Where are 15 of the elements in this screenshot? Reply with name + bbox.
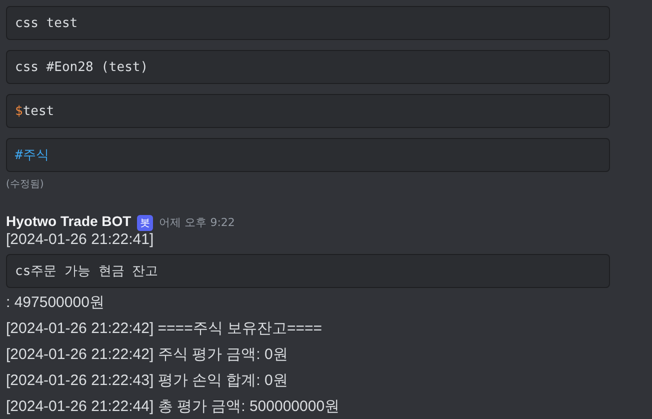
message-line: [2024-01-26 21:22:42] ====주식 보유잔고==== (6, 319, 324, 338)
message-line: [2024-01-26 21:22:42] 주식 평가 금액: 0원 (6, 345, 289, 364)
code-block: css #Eon28 (test) (6, 50, 610, 84)
message-timestamp: 어제 오후 9:22 (159, 215, 235, 230)
code-block: #주식 (6, 138, 610, 172)
author-name[interactable]: Hyotwo Trade BOT (6, 213, 132, 229)
bot-badge: 봇 (137, 215, 154, 231)
message-line: [2024-01-26 21:22:43] 평가 손익 합계: 0원 (6, 371, 289, 390)
message-line: [2024-01-26 21:22:44] 총 평가 금액: 500000000원 (6, 397, 341, 416)
message-line: : 497500000원 (6, 293, 106, 312)
edited-label: (수정됨) (6, 178, 45, 191)
code-block: css test (6, 6, 610, 40)
code-block: cs주문 가능 현금 잔고 (6, 254, 610, 288)
code-block: $test (6, 94, 610, 128)
message-line: [2024-01-26 21:22:41] (6, 231, 155, 248)
